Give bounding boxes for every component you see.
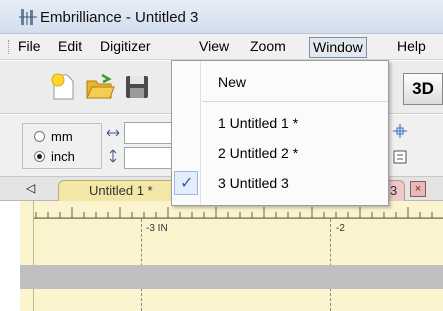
- menu-bar: File Edit Digitizer View Zoom Window Hel…: [0, 34, 443, 60]
- menu-digitizer[interactable]: Digitizer: [97, 37, 154, 58]
- menu-item-untitled-2[interactable]: 2 Untitled 2 *: [218, 145, 298, 161]
- menu-gutter: [200, 61, 201, 205]
- left-ruler: [20, 201, 34, 311]
- radio-mm[interactable]: [34, 131, 45, 142]
- menu-item-untitled-3[interactable]: 3 Untitled 3: [218, 175, 289, 191]
- height-arrows-icon: [109, 149, 117, 163]
- app-icon: [19, 9, 37, 25]
- menu-file[interactable]: File: [15, 37, 44, 58]
- menubar-grip[interactable]: [8, 40, 10, 54]
- menu-view[interactable]: View: [196, 37, 232, 58]
- unit-inch-label: inch: [51, 149, 75, 164]
- unit-mm-option[interactable]: mm: [34, 129, 73, 144]
- window-menu-dropdown: New 1 Untitled 1 * 2 Untitled 2 * ✓ 3 Un…: [171, 60, 389, 206]
- width-input[interactable]: [124, 122, 172, 144]
- new-file-icon[interactable]: [47, 71, 79, 103]
- title-bar: Embrilliance - Untitled 3: [0, 0, 443, 34]
- open-folder-icon[interactable]: [84, 71, 116, 103]
- height-input[interactable]: [124, 147, 172, 169]
- menu-help[interactable]: Help: [394, 37, 429, 58]
- unit-inch-option[interactable]: inch: [34, 149, 75, 164]
- ruler-label: -3 IN: [146, 223, 168, 234]
- align-icon[interactable]: [392, 149, 408, 165]
- window-title: Embrilliance - Untitled 3: [40, 9, 199, 26]
- tab-close-icon[interactable]: ×: [410, 181, 426, 197]
- unit-mm-label: mm: [51, 129, 73, 144]
- 3d-view-button[interactable]: 3D: [403, 73, 443, 105]
- radio-inch[interactable]: [34, 151, 45, 162]
- save-icon[interactable]: [121, 71, 153, 103]
- checkmark-icon: ✓: [180, 175, 194, 192]
- menu-window[interactable]: Window: [309, 37, 367, 58]
- center-icon[interactable]: [392, 123, 408, 139]
- menu-item-untitled-1[interactable]: 1 Untitled 1 *: [218, 115, 298, 131]
- ruler-label: -2: [336, 223, 345, 234]
- hoop-edge: [20, 265, 443, 289]
- tab-untitled-1[interactable]: Untitled 1 *: [58, 180, 178, 201]
- menu-separator: [202, 101, 388, 102]
- menu-item-new[interactable]: New: [218, 74, 246, 90]
- tab-scroll-left-icon[interactable]: ◁: [26, 181, 35, 195]
- menu-zoom[interactable]: Zoom: [247, 37, 289, 58]
- menu-edit[interactable]: Edit: [55, 37, 85, 58]
- width-arrows-icon: [106, 129, 120, 137]
